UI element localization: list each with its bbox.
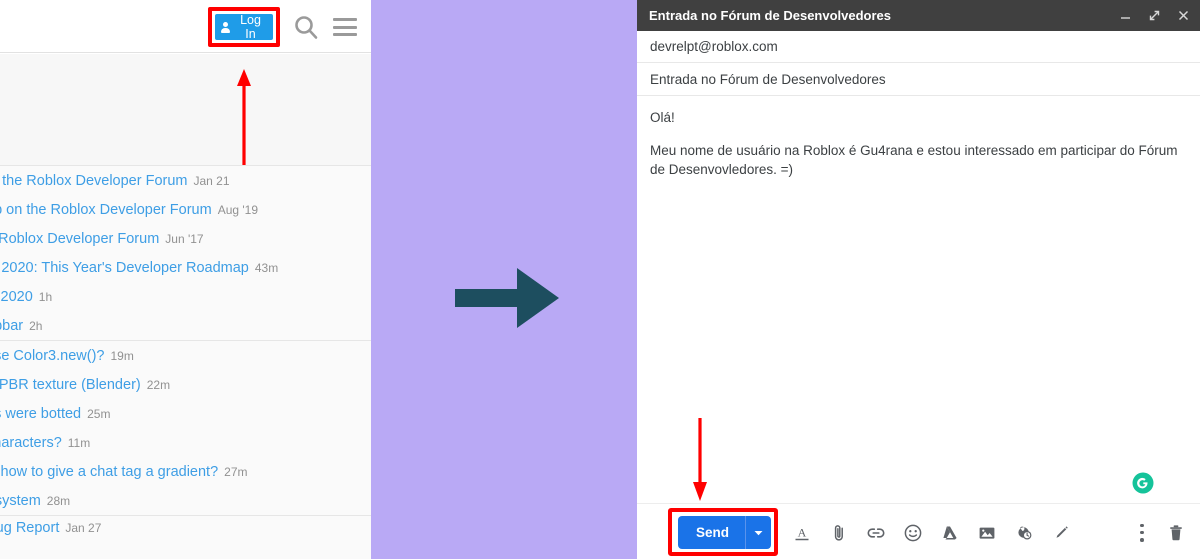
list-item[interactable]: w how to give a chat tag a gradient? 27m <box>0 457 371 486</box>
grammarly-icon[interactable] <box>1131 471 1155 495</box>
topic-group: of the Roblox Developer Forum Jan 21 up … <box>0 166 371 341</box>
topic-title[interactable]: of the Roblox Developer Forum <box>0 173 188 189</box>
transition-panel <box>371 0 637 559</box>
topic-time: Jun '17 <box>165 231 204 246</box>
devforum-topbar <box>0 0 371 53</box>
send-highlight-box <box>668 508 778 556</box>
confidential-mode-icon[interactable] <box>1014 523 1034 543</box>
list-item[interactable]: opbar 2h <box>0 311 371 340</box>
minimize-icon[interactable] <box>1119 9 1132 22</box>
hamburger-menu-icon[interactable] <box>333 18 357 36</box>
search-icon[interactable] <box>293 14 319 40</box>
topic-title[interactable]: use Color3.new()? <box>0 348 104 364</box>
gmail-compose-window: Entrada no Fórum de Desenvolvedores devr… <box>637 0 1200 559</box>
subject-value: Entrada no Fórum de Desenvolvedores <box>650 71 886 87</box>
topic-time: 11m <box>67 435 91 450</box>
topic-time: Jan 27 <box>65 521 102 535</box>
insert-photo-icon[interactable] <box>977 523 997 543</box>
topic-time: 19m <box>110 348 134 363</box>
list-item[interactable]: Bug Report Jan 27 <box>0 516 371 540</box>
insert-emoji-icon[interactable] <box>903 523 923 543</box>
insert-signature-icon[interactable] <box>1051 523 1071 543</box>
attach-file-icon[interactable] <box>829 523 849 543</box>
compose-title: Entrada no Fórum de Desenvolvedores <box>649 8 892 23</box>
message-body[interactable]: Olá! Meu nome de usuário na Roblox é Gu4… <box>637 96 1200 503</box>
log-in-highlight-box <box>208 7 280 47</box>
roblox-devforum-panel: Log In of the Roblox Developer Forum Jan… <box>0 0 371 559</box>
list-item[interactable]: r system 28m <box>0 486 371 515</box>
list-item[interactable]: use Color3.new()? 19m <box>0 341 371 370</box>
kebab-dot <box>1140 523 1144 527</box>
list-item[interactable]: e Roblox Developer Forum Jun '17 <box>0 224 371 253</box>
devforum-topic-list: of the Roblox Developer Forum Jan 21 up … <box>0 166 371 559</box>
devforum-hero-area <box>0 54 371 166</box>
topic-time: 43m <box>254 260 279 275</box>
topic-time: 1h <box>38 289 53 304</box>
topic-title[interactable]: rt PBR texture (Blender) <box>0 377 141 393</box>
list-item[interactable]: rt PBR texture (Blender) 22m <box>0 370 371 399</box>
topic-title[interactable]: es were botted <box>0 406 81 422</box>
kebab-dot <box>1140 530 1144 535</box>
topic-title[interactable]: r system <box>0 493 41 509</box>
topic-time: 22m <box>146 377 171 392</box>
list-item[interactable]: characters? 11m <box>0 428 371 457</box>
trash-icon[interactable] <box>1166 523 1186 543</box>
formatting-options-icon[interactable]: A <box>792 523 812 543</box>
red-arrow-up-annotation <box>236 68 252 166</box>
hamburger-bar <box>333 25 357 29</box>
compose-header: Entrada no Fórum de Desenvolvedores <box>637 0 1200 31</box>
topic-time: Jan 21 <box>193 173 230 188</box>
topic-title[interactable]: Bug Report <box>0 520 59 536</box>
red-arrow-down-annotation <box>692 418 708 502</box>
topic-group: use Color3.new()? 19m rt PBR texture (Bl… <box>0 341 371 516</box>
hamburger-bar <box>333 33 357 36</box>
kebab-dot <box>1140 538 1144 542</box>
topic-title[interactable]: w how to give a chat tag a gradient? <box>0 464 218 480</box>
expand-icon[interactable] <box>1148 9 1161 22</box>
topic-time: 2h <box>29 318 43 333</box>
topic-title[interactable]: opbar <box>0 318 23 334</box>
window-controls <box>1119 9 1190 22</box>
topic-title[interactable]: up on the Roblox Developer Forum <box>0 202 212 218</box>
topic-title[interactable]: e Roblox Developer Forum <box>0 231 159 247</box>
topic-time: 27m <box>224 464 248 479</box>
list-item[interactable]: of the Roblox Developer Forum Jan 21 <box>0 166 371 195</box>
body-line: Meu nome de usuário na Roblox é Gu4rana … <box>650 143 1178 177</box>
close-icon[interactable] <box>1177 9 1190 22</box>
topic-time: 28m <box>46 493 71 508</box>
insert-link-icon[interactable] <box>866 523 886 543</box>
hamburger-bar <box>333 18 357 21</box>
topic-time: 25m <box>87 406 111 421</box>
compose-right-actions <box>1140 516 1186 549</box>
topic-group: Bug Report Jan 27 <box>0 516 371 540</box>
right-arrow-icon <box>455 262 559 334</box>
body-line: Olá! <box>650 110 675 125</box>
recipient-value: devrelpt@roblox.com <box>650 39 778 54</box>
insert-drive-file-icon[interactable] <box>940 523 960 543</box>
svg-text:A: A <box>798 525 807 539</box>
topic-title[interactable]: in 2020: This Year's Developer Roadmap <box>0 260 249 276</box>
list-item[interactable]: up on the Roblox Developer Forum Aug '19 <box>0 195 371 224</box>
more-options-kebab-icon[interactable] <box>1140 523 1144 542</box>
compose-tool-icons: A <box>792 516 1071 549</box>
topic-time: Aug '19 <box>217 202 259 217</box>
list-item[interactable]: es were botted 25m <box>0 399 371 428</box>
list-item[interactable]: in 2020: This Year's Developer Roadmap 4… <box>0 253 371 282</box>
subject-field[interactable]: Entrada no Fórum de Desenvolvedores <box>637 63 1200 96</box>
topic-title[interactable]: characters? <box>0 435 62 451</box>
recipient-field[interactable]: devrelpt@roblox.com <box>637 31 1200 63</box>
topic-title[interactable]: C 2020 <box>0 289 33 305</box>
screenshot-stage: Log In of the Roblox Developer Forum Jan… <box>0 0 1200 559</box>
list-item[interactable]: C 2020 1h <box>0 282 371 311</box>
